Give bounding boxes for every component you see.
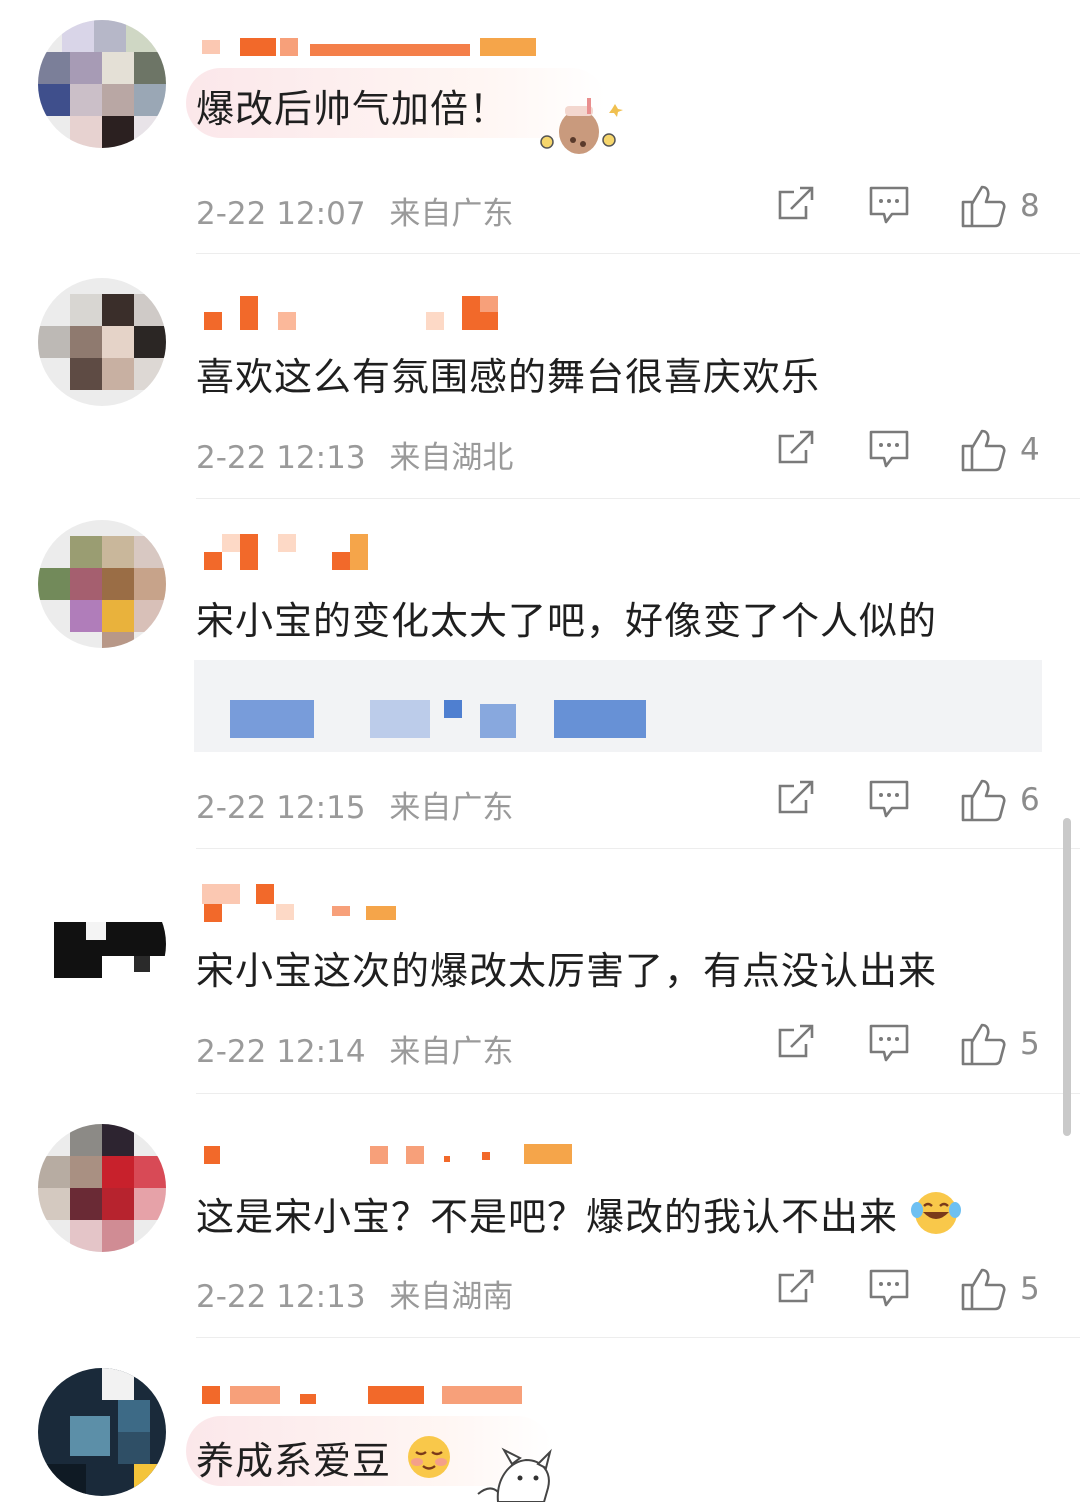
share-icon [778,780,814,814]
dog-sticker-icon [477,1447,552,1502]
comment-icon [869,1024,909,1062]
thumbs-up-icon [961,1023,1006,1066]
laughing-crying-emoji-icon [911,1190,962,1236]
comment-meta: 2-22 12:15 来自广东 [196,782,513,827]
comment-location: 来自湖南 [389,1279,514,1315]
share-icon [778,430,814,464]
share-icon [778,1024,814,1058]
comment-time: 2-22 12:13 [196,440,366,476]
avatar[interactable] [38,880,166,1008]
comment-time: 2-22 12:14 [196,1034,366,1070]
reply-button[interactable] [868,1022,910,1070]
share-icon [778,1269,814,1303]
share-button[interactable] [776,184,816,232]
divider [196,1093,1080,1094]
share-button[interactable] [776,428,816,476]
avatar[interactable] [38,1124,166,1252]
reply-button[interactable] [868,1267,910,1315]
like-count: 5 [1020,1026,1040,1062]
comment-icon [869,1269,909,1307]
reply-button[interactable] [868,778,910,826]
comment-location: 来自广东 [389,1034,514,1070]
divider [196,253,1080,254]
comment-text: 爆改后帅气加倍！ [196,87,509,131]
share-button[interactable] [776,1267,816,1315]
like-button[interactable] [960,1022,1006,1070]
avatar[interactable] [38,20,166,148]
bubble-tea-sticker-icon [540,98,623,154]
comment-actions: 5 [770,1267,1050,1315]
username-redacted[interactable] [200,296,620,336]
comment-text-content: 养成系爱豆 [196,1439,392,1483]
comment-location: 来自广东 [389,790,514,826]
comment-icon [869,186,909,224]
reply-button[interactable] [868,184,910,232]
share-icon [778,186,814,220]
reply-button[interactable] [868,428,910,476]
comment-icon [869,430,909,468]
comment-time: 2-22 12:15 [196,790,366,826]
comment-actions: 8 [770,184,1050,232]
like-button[interactable] [960,1267,1006,1315]
like-count: 6 [1020,782,1040,818]
thumbs-up-icon [961,429,1006,472]
comment-meta: 2-22 12:13 来自湖南 [196,1271,513,1316]
comment-actions: 6 [770,778,1050,826]
thumbs-up-icon [961,1268,1006,1311]
comment-time: 2-22 12:07 [196,196,366,232]
comment-meta: 2-22 12:07 来自广东 [196,188,513,233]
username-redacted[interactable] [200,1140,620,1180]
share-button[interactable] [776,778,816,826]
like-count: 4 [1020,432,1040,468]
avatar[interactable] [38,1368,166,1496]
quoted-reply-preview[interactable] [194,660,1042,752]
comment-text: 这是宋小宝？不是吧？爆改的我认不出来 [196,1186,962,1241]
like-count: 8 [1020,188,1040,224]
comment-location: 来自广东 [389,196,514,232]
like-count: 5 [1020,1271,1040,1307]
blushing-smile-emoji-icon [404,1434,454,1480]
share-button[interactable] [776,1022,816,1070]
scrollbar[interactable] [1063,818,1071,1136]
comment-text-content: 这是宋小宝？不是吧？爆改的我认不出来 [196,1195,899,1239]
comment-text: 宋小宝这次的爆改太厉害了，有点没认出来 [196,949,938,993]
comment-text: 养成系爱豆 [196,1430,454,1485]
like-button[interactable] [960,184,1006,232]
comment-icon [869,780,909,818]
comment-actions: 4 [770,428,1050,476]
username-redacted[interactable] [200,534,620,574]
like-button[interactable] [960,428,1006,476]
comment-location: 来自湖北 [389,440,514,476]
username-redacted[interactable] [200,884,620,924]
avatar[interactable] [38,520,166,648]
comment-feed: 爆改后帅气加倍！ 2-22 12:07 来自广东 8 喜欢这么有氛围感的舞台很喜… [0,0,1080,1502]
avatar[interactable] [38,278,166,406]
comment-meta: 2-22 12:14 来自广东 [196,1026,513,1071]
divider [196,848,1080,849]
comment-actions: 5 [770,1022,1050,1070]
comment-text: 宋小宝的变化太大了吧，好像变了个人似的 [196,599,938,643]
divider [196,498,1080,499]
thumbs-up-icon [961,185,1006,228]
comment-text: 喜欢这么有氛围感的舞台很喜庆欢乐 [196,355,821,399]
thumbs-up-icon [961,779,1006,822]
comment-time: 2-22 12:13 [196,1279,366,1315]
comment-meta: 2-22 12:13 来自湖北 [196,432,513,477]
like-button[interactable] [960,778,1006,826]
divider [196,1337,1080,1338]
